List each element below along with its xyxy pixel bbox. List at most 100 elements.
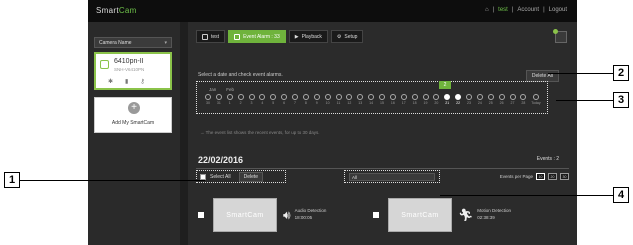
- day-dot: [389, 94, 396, 100]
- day-number: 10: [325, 101, 330, 105]
- home-icon[interactable]: ⌂: [485, 7, 489, 13]
- day-dot: [270, 94, 277, 100]
- top-bar: SmartCam ⌂ | test | Account | Logout: [88, 0, 577, 22]
- day-number: 5: [272, 101, 275, 105]
- camera-card[interactable]: 6410pn-II SNH-V6410PN ✱ ▮ ⚷: [94, 52, 172, 90]
- camera-select[interactable]: Camera Name ▾: [94, 37, 172, 48]
- event-time: 18:00:05: [294, 215, 313, 220]
- main-panel: test Event Alarm : 33 ▶ Playback ⚙ Setup S…: [188, 22, 577, 245]
- per-page-10[interactable]: 10: [536, 173, 545, 180]
- timeline-day[interactable]: 23: [466, 94, 472, 105]
- timeline-day[interactable]: Today: [531, 94, 541, 105]
- event-timeline: Jan Feb 2 30 31 1 2 3 4 5 6 7 8 9 10 11 12 13 14 15 16 17 18…: [196, 81, 548, 114]
- timeline-day[interactable]: 1: [226, 94, 233, 105]
- event-thumbnail[interactable]: SmartCam: [213, 198, 277, 232]
- day-number: 2: [239, 101, 242, 105]
- notification-icon[interactable]: [553, 29, 567, 43]
- timeline-day[interactable]: 26: [498, 94, 505, 105]
- callout-2: 2: [613, 65, 629, 81]
- add-camera-button[interactable]: + Add My SmartCam: [94, 97, 172, 133]
- timeline-day[interactable]: 10: [324, 94, 331, 105]
- tab-event-alarm[interactable]: Event Alarm : 33: [228, 30, 286, 43]
- day-dot: [487, 94, 494, 100]
- day-number: 6: [283, 101, 286, 105]
- event-filter: All: [344, 170, 440, 183]
- tab-live[interactable]: test: [196, 30, 226, 43]
- day-dot: [226, 94, 233, 100]
- timeline-day[interactable]: 16: [389, 94, 396, 105]
- event-type-select[interactable]: All: [349, 173, 435, 181]
- top-links: ⌂ | test | Account | Logout: [484, 7, 567, 13]
- timeline-day[interactable]: 28: [520, 94, 527, 105]
- day-number: 24: [477, 101, 482, 105]
- day-dot: [400, 94, 407, 100]
- event-thumbnail[interactable]: SmartCam: [388, 198, 452, 232]
- timeline-day[interactable]: 3: [248, 94, 255, 105]
- user-link[interactable]: test: [498, 7, 508, 13]
- day-dot: [444, 94, 451, 100]
- timeline-day[interactable]: 20: [433, 94, 440, 105]
- day-dot: [466, 94, 472, 100]
- key-icon[interactable]: ⚷: [140, 78, 144, 85]
- timeline-day[interactable]: 2: [237, 94, 244, 105]
- per-page-20[interactable]: 20: [548, 173, 557, 180]
- timeline-day[interactable]: 27: [509, 94, 516, 105]
- day-number: Today: [531, 101, 541, 105]
- callout-line: [17, 180, 205, 181]
- day-dot: [335, 94, 342, 100]
- event-checkbox[interactable]: [198, 212, 204, 218]
- timeline-day[interactable]: 6: [281, 94, 288, 105]
- timeline-day[interactable]: 7: [292, 94, 298, 105]
- day-dot: [215, 94, 222, 100]
- timeline-day[interactable]: 8: [302, 94, 309, 105]
- settings-icon[interactable]: ✱: [108, 78, 113, 85]
- day-dot: [292, 94, 298, 100]
- delete-button[interactable]: Delete: [238, 171, 264, 182]
- logout-link[interactable]: Logout: [549, 7, 567, 13]
- timeline-day[interactable]: 4: [259, 94, 266, 105]
- day-number: 3: [250, 101, 253, 105]
- day-number: 16: [390, 101, 395, 105]
- day-dot: [346, 94, 353, 100]
- timeline-day[interactable]: 19: [422, 94, 429, 105]
- timeline-day[interactable]: 9: [313, 94, 320, 105]
- day-dot: [476, 94, 483, 100]
- timeline-day[interactable]: 31: [215, 94, 222, 105]
- timeline-day[interactable]: 18: [411, 94, 418, 105]
- timeline-day[interactable]: 14: [368, 94, 375, 105]
- timeline-day[interactable]: 21: [444, 94, 451, 105]
- account-link[interactable]: Account: [517, 7, 539, 13]
- timeline-day[interactable]: 17: [400, 94, 407, 105]
- selected-date: 22/02/2016: [198, 155, 244, 165]
- timeline-day[interactable]: 22: [455, 94, 462, 105]
- trash-icon[interactable]: ▮: [125, 78, 128, 85]
- tab-playback[interactable]: ▶ Playback: [288, 30, 328, 43]
- day-number: 21: [445, 101, 450, 105]
- day-number: 8: [304, 101, 307, 105]
- day-dot: [237, 94, 244, 100]
- timeline-day[interactable]: 30: [205, 94, 211, 105]
- timeline-day[interactable]: 24: [476, 94, 483, 105]
- per-page-30[interactable]: 30: [560, 173, 569, 180]
- day-dot: [302, 94, 309, 100]
- day-number: 11: [336, 101, 341, 105]
- day-dot: [379, 94, 385, 100]
- timeline-day[interactable]: 12: [346, 94, 353, 105]
- tab-setup[interactable]: ⚙ Setup: [330, 30, 364, 43]
- event-item: SmartCam 🔊︎ Audio Detection 18:00:05: [198, 198, 326, 232]
- timeline-day[interactable]: 15: [379, 94, 385, 105]
- running-person-icon: 🏃︎: [458, 208, 474, 222]
- tab-bar: test Event Alarm : 33 ▶ Playback ⚙ Setup: [196, 30, 364, 43]
- day-number: 28: [521, 101, 526, 105]
- timeline-day[interactable]: 13: [357, 94, 364, 105]
- day-dot: [422, 94, 429, 100]
- camera-name: 6410pn-II: [114, 58, 144, 65]
- day-number: 12: [347, 101, 352, 105]
- event-checkbox[interactable]: [373, 212, 379, 218]
- day-number: 7: [294, 101, 296, 105]
- timeline-day[interactable]: 25: [487, 94, 494, 105]
- timeline-day[interactable]: 11: [335, 94, 342, 105]
- select-all-checkbox[interactable]: [200, 173, 206, 180]
- timeline-day[interactable]: 5: [270, 94, 277, 105]
- day-number: 13: [358, 101, 363, 105]
